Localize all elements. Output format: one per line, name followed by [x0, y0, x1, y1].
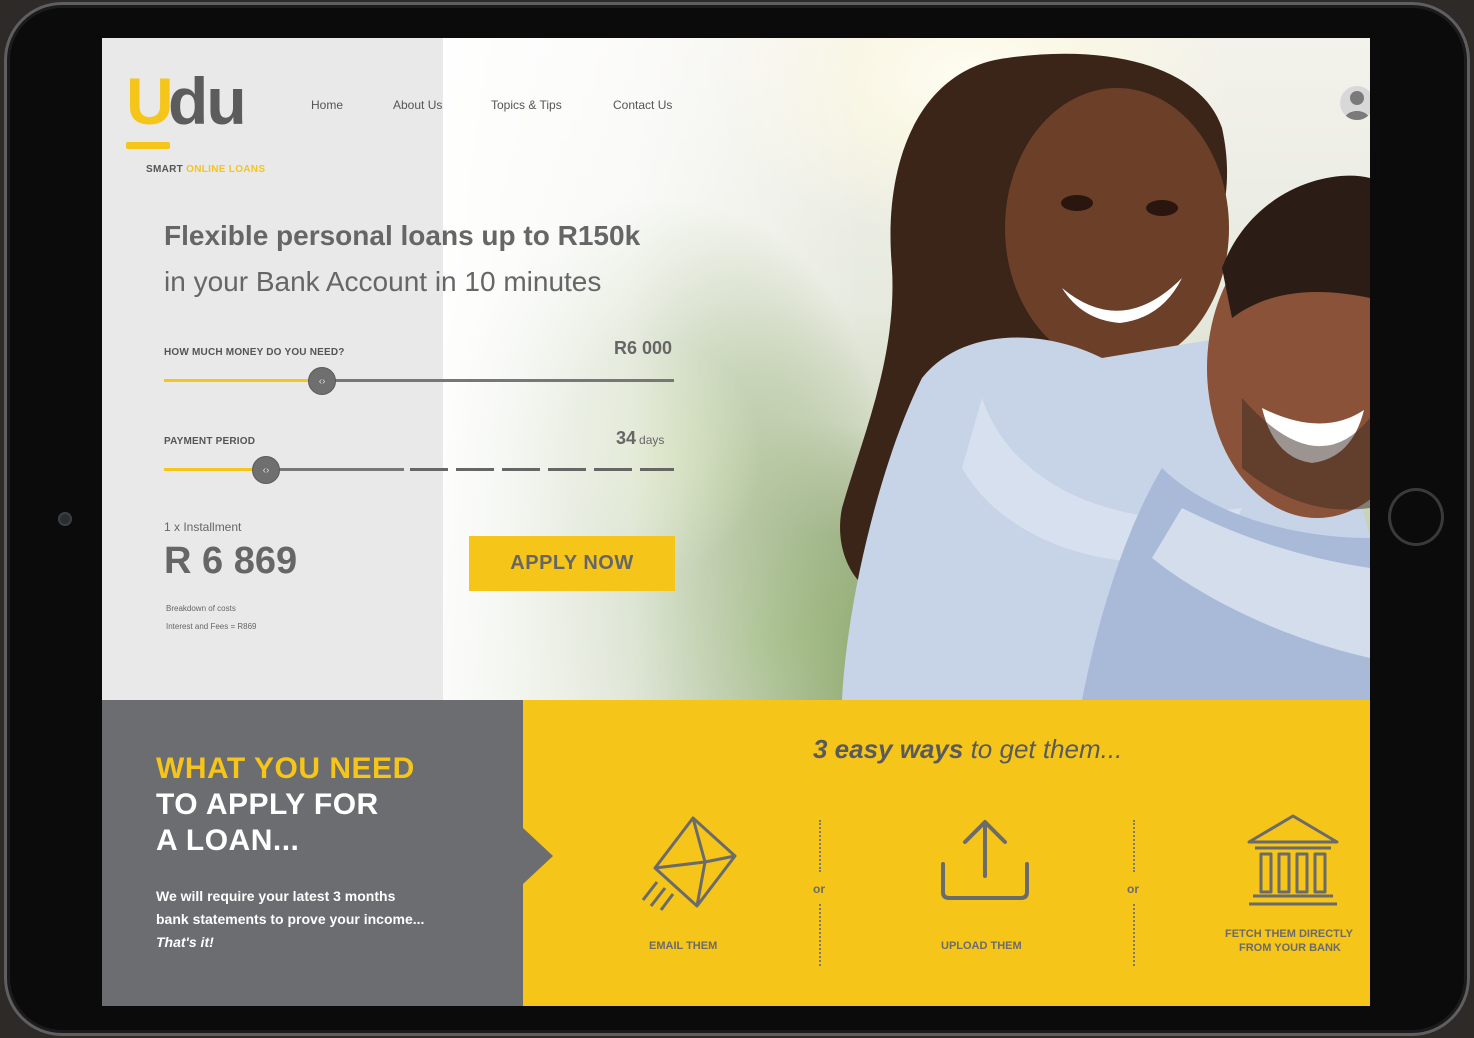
period-number: 34	[616, 428, 637, 448]
ways-title-rest: to get them...	[963, 734, 1123, 764]
tagline-online-loans: ONLINE LOANS	[186, 164, 266, 175]
period-unit: days	[639, 433, 665, 447]
installment-label: 1 x Installment	[164, 520, 242, 534]
or-label: or	[813, 882, 825, 896]
requirements-body-line1: We will require your latest 3 months	[156, 888, 396, 904]
email-them-label: EMAIL THEM	[649, 940, 718, 952]
user-icon[interactable]	[1340, 86, 1370, 120]
period-slider-handle[interactable]: ‹›	[252, 456, 280, 484]
period-step[interactable]	[594, 468, 632, 471]
bank-icon[interactable]	[1245, 812, 1341, 908]
period-label: PAYMENT PERIOD	[164, 436, 256, 447]
interest-fees-label: Interest and Fees = R869	[166, 622, 257, 631]
nav-contact-us[interactable]: Contact Us	[613, 98, 672, 112]
amount-label: HOW MUCH MONEY DO YOU NEED?	[164, 347, 345, 358]
requirements-title-line2: TO APPLY FOR	[156, 788, 379, 821]
requirements-panel: WHAT YOU NEED TO APPLY FOR A LOAN... We …	[102, 700, 523, 1006]
requirements-title-line1: WHAT YOU NEED	[156, 752, 415, 785]
requirements-body-line2: bank statements to prove your income...	[156, 911, 425, 927]
amount-value: R6 000	[613, 338, 672, 358]
upload-them-label: UPLOAD THEM	[941, 940, 1022, 952]
requirements-arrow	[523, 828, 553, 884]
period-step[interactable]	[410, 468, 448, 471]
period-slider-fill	[164, 468, 266, 471]
period-value: 34 days	[616, 428, 664, 449]
separator	[819, 820, 821, 872]
amount-slider-fill	[164, 379, 323, 382]
separator	[819, 904, 821, 966]
period-step[interactable]	[456, 468, 494, 471]
logo-tagline: SMART ONLINE LOANS	[146, 164, 265, 175]
or-label: or	[1127, 882, 1139, 896]
logo-du: du	[168, 64, 247, 138]
envelope-icon[interactable]	[635, 810, 739, 914]
logo-u: U	[126, 64, 174, 138]
amount-slider-handle[interactable]: ‹›	[308, 367, 337, 395]
installment-value: R 6 869	[164, 540, 298, 582]
nav-home[interactable]: Home	[311, 98, 343, 112]
fetch-from-bank-label-line1: FETCH THEM DIRECTLY	[1225, 928, 1353, 940]
ways-title: 3 easy ways to get them...	[813, 734, 1122, 765]
separator	[1133, 904, 1135, 966]
period-step[interactable]	[548, 468, 586, 471]
tagline-smart: SMART	[146, 164, 187, 175]
separator	[1133, 820, 1135, 872]
period-step[interactable]	[502, 468, 540, 471]
fetch-from-bank-label-line2: FROM YOUR BANK	[1239, 942, 1341, 954]
website-screen: U du SMART ONLINE LOANS Home About Us To…	[102, 38, 1370, 1006]
upload-icon[interactable]	[937, 818, 1033, 904]
cost-breakdown-label: Breakdown of costs	[166, 604, 236, 613]
apply-now-button[interactable]: APPLY NOW	[469, 536, 675, 591]
front-camera	[58, 512, 72, 526]
period-step[interactable]	[640, 468, 674, 471]
nav-about-us[interactable]: About Us	[393, 98, 442, 112]
requirements-body-line3: That's it!	[156, 934, 214, 950]
hero-headline: Flexible personal loans up to R150k	[164, 220, 641, 251]
udu-logo[interactable]: U du SMART ONLINE LOANS	[124, 60, 274, 175]
ways-panel: 3 easy ways to get them... EMAIL THEM or…	[523, 700, 1370, 1006]
hero-section: U du SMART ONLINE LOANS Home About Us To…	[102, 38, 1370, 700]
home-button[interactable]	[1388, 488, 1444, 546]
logo-underline	[126, 142, 170, 149]
requirements-title-line3: A LOAN...	[156, 824, 300, 857]
nav-topics-tips[interactable]: Topics & Tips	[491, 98, 562, 112]
ways-title-emphasis: 3 easy ways	[813, 734, 964, 764]
hero-subline: in your Bank Account in 10 minutes	[164, 266, 602, 297]
